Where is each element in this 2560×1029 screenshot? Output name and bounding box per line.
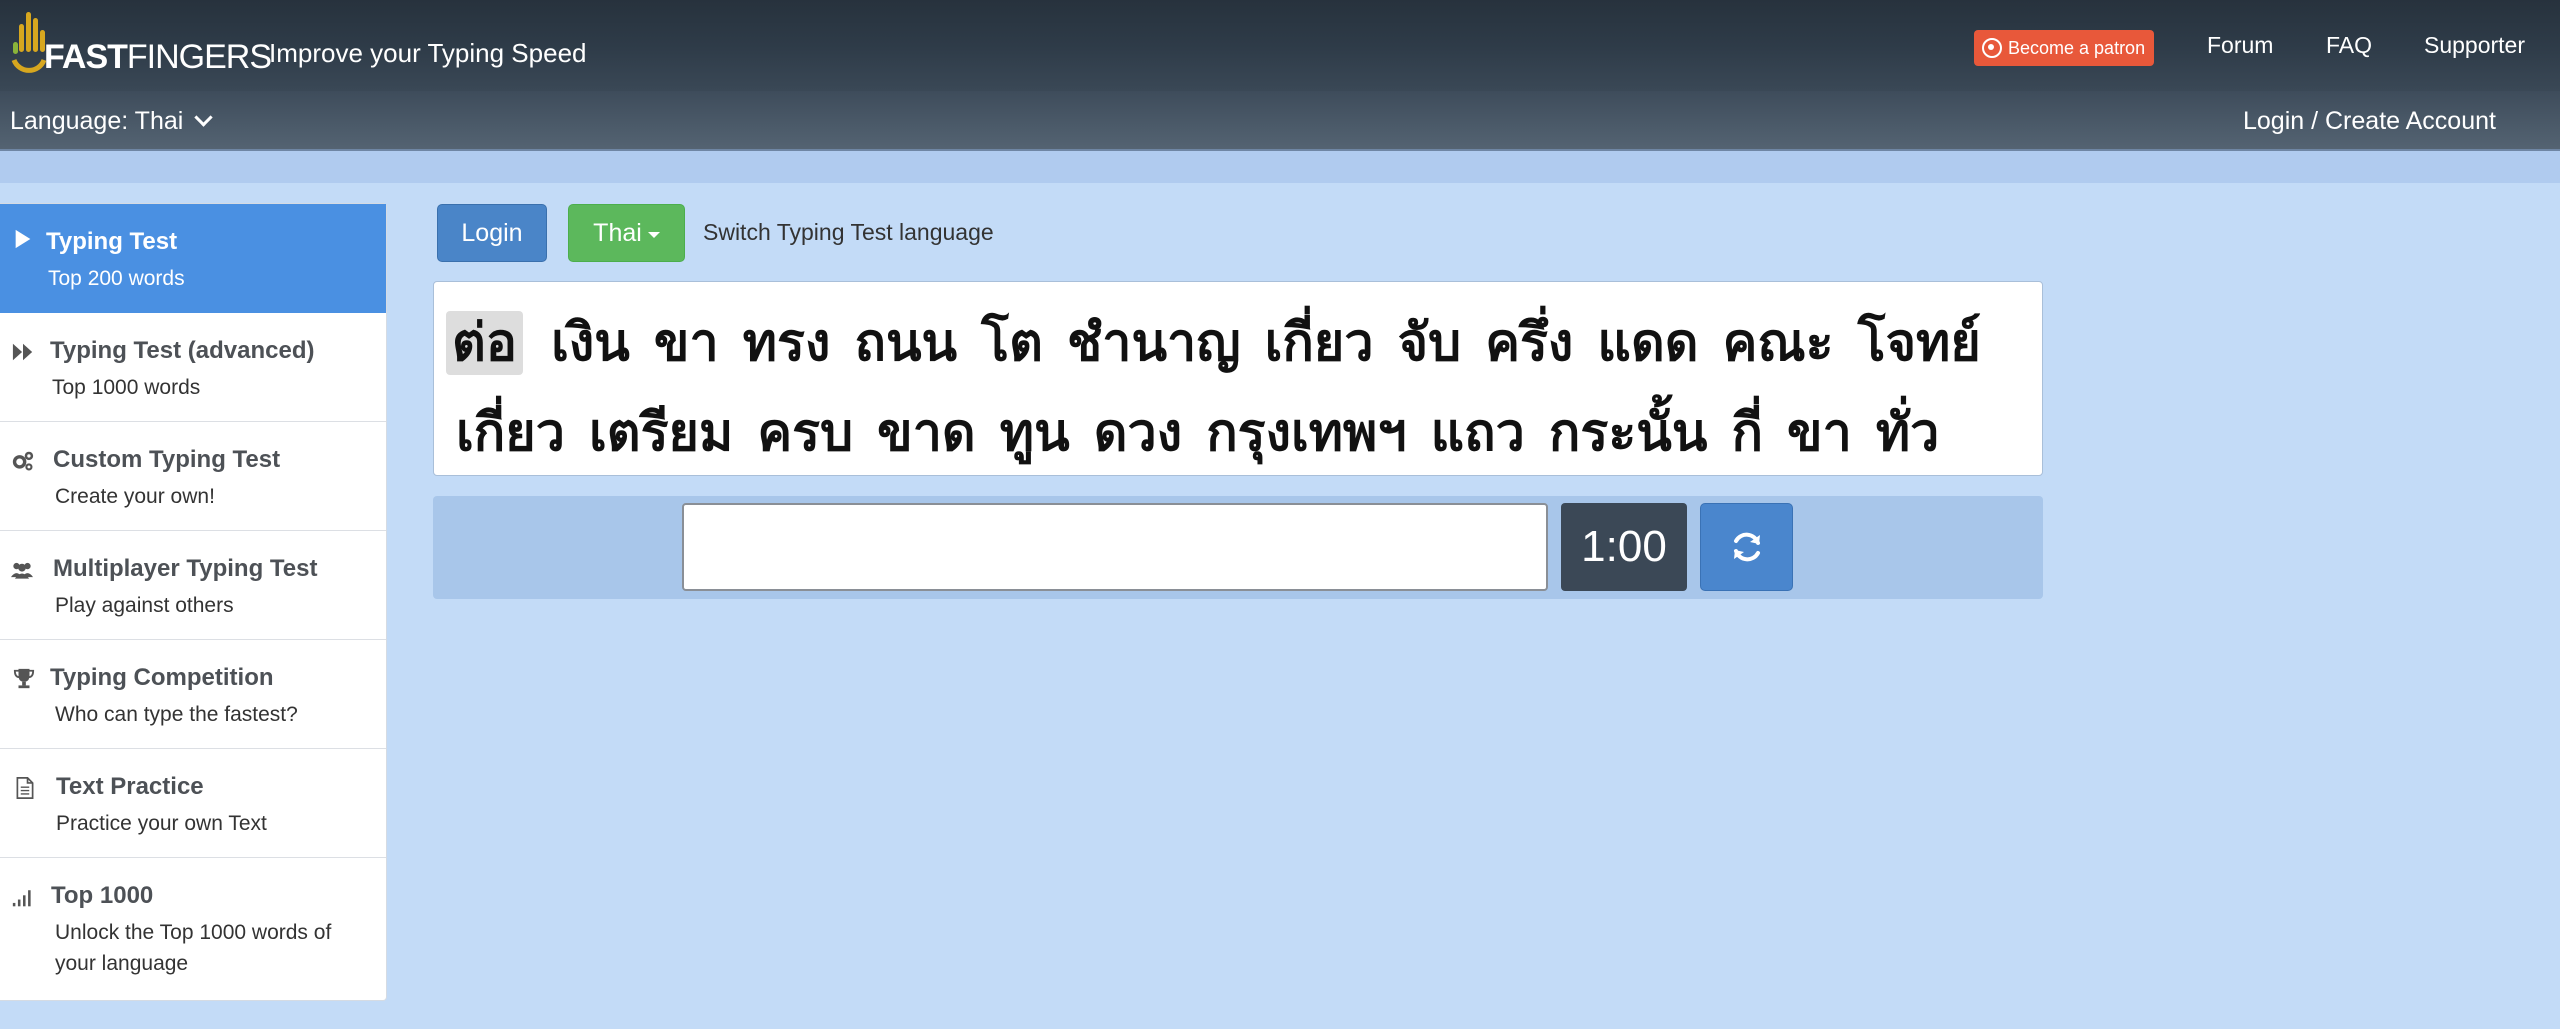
switch-language-label: Switch Typing Test language: [703, 219, 994, 245]
login-button[interactable]: Login: [437, 204, 547, 262]
sidebar-item-title: Top 1000: [51, 882, 154, 909]
trophy-icon: [13, 668, 35, 689]
caret-down-icon: [647, 232, 660, 238]
become-patron-button[interactable]: Become a patron: [1974, 30, 2154, 66]
nav-supporter[interactable]: Supporter: [2424, 32, 2525, 59]
sidebar-item-title: Multiplayer Typing Test: [53, 555, 318, 582]
language-bar: Language: Thai Login / Create Account: [0, 91, 2560, 151]
login-create-account-link[interactable]: Login / Create Account: [2243, 107, 2496, 136]
sidebar-item-typing-test-advanced[interactable]: Typing Test (advanced) Top 1000 words: [0, 313, 386, 422]
words-line-1: ต่อ เงิน ขา ทรง ถนน โต ชำนาญ เกี่ยว จับ …: [446, 300, 1981, 383]
language-dropdown[interactable]: Language: Thai: [10, 107, 214, 136]
sidebar-item-title: Text Practice: [56, 773, 204, 800]
document-icon: [16, 777, 34, 799]
sidebar-item-subtitle: Practice your own Text: [56, 812, 267, 835]
header-shadow-band: [0, 151, 2560, 183]
sidebar: Typing Test Top 200 words Typing Test (a…: [0, 203, 387, 1001]
sidebar-item-custom-typing-test[interactable]: Custom Typing Test Create your own!: [0, 422, 386, 531]
patron-label: Become a patron: [2008, 37, 2146, 58]
sidebar-item-subtitle: Unlock the Top 1000 words of: [55, 921, 332, 944]
countdown-timer: 1:00: [1561, 503, 1687, 591]
fast-forward-icon: [12, 343, 33, 361]
sidebar-item-subtitle: Play against others: [55, 594, 234, 617]
sidebar-item-subtitle: Create your own!: [55, 485, 215, 508]
sidebar-item-subtitle: Top 1000 words: [52, 376, 201, 399]
play-icon: [15, 229, 31, 249]
site-tagline: Improve your Typing Speed: [269, 38, 587, 68]
logo-text-bold: FAST: [44, 38, 128, 76]
sidebar-item-title: Typing Test (advanced): [50, 337, 315, 364]
nav-forum[interactable]: Forum: [2207, 32, 2273, 59]
sidebar-item-title: Typing Competition: [50, 664, 274, 691]
top-navbar: FASTFINGERS Improve your Typing Speed Be…: [0, 0, 2560, 91]
gears-icon: [12, 451, 34, 471]
site-logo[interactable]: FASTFINGERS: [10, 8, 272, 80]
language-label: Language: Thai: [10, 107, 184, 135]
words-display: ต่อ เงิน ขา ทรง ถนน โต ชำนาญ เกี่ยว จับ …: [433, 281, 2043, 476]
language-select-button[interactable]: Thai: [568, 204, 685, 262]
nav-faq[interactable]: FAQ: [2326, 32, 2372, 59]
sidebar-item-top-1000[interactable]: Top 1000 Unlock the Top 1000 words of yo…: [0, 858, 386, 1000]
upcoming-words: เงิน ขา ทรง ถนน โต ชำนาญ เกี่ยว จับ ครึ่…: [551, 313, 1981, 373]
logo-text-light: FINGERS: [126, 38, 272, 76]
typing-input[interactable]: [682, 503, 1548, 591]
words-line-2: เกี่ยว เตรียม ครบ ขาด ทูน ดวง กรุงเทพฯ แ…: [456, 403, 1940, 463]
patreon-icon: [1982, 38, 2002, 58]
users-icon: [11, 562, 33, 579]
sidebar-item-multiplayer[interactable]: Multiplayer Typing Test Play against oth…: [0, 531, 386, 640]
sidebar-item-subtitle: Top 200 words: [48, 267, 185, 290]
current-word: ต่อ: [446, 311, 523, 375]
sidebar-item-title: Typing Test: [46, 228, 178, 255]
signal-bars-icon: [12, 890, 31, 907]
sidebar-item-typing-competition[interactable]: Typing Competition Who can type the fast…: [0, 640, 386, 749]
reload-button[interactable]: [1700, 503, 1793, 591]
sidebar-item-subtitle: Who can type the fastest?: [55, 703, 298, 726]
refresh-icon: [1733, 532, 1760, 562]
chevron-down-icon: [194, 108, 214, 127]
sidebar-item-text-practice[interactable]: Text Practice Practice your own Text: [0, 749, 386, 858]
sidebar-item-subtitle-line2: your language: [55, 952, 189, 975]
sidebar-item-typing-test[interactable]: Typing Test Top 200 words: [0, 204, 386, 313]
sidebar-item-title: Custom Typing Test: [53, 446, 281, 473]
language-button-label: Thai: [593, 218, 642, 247]
